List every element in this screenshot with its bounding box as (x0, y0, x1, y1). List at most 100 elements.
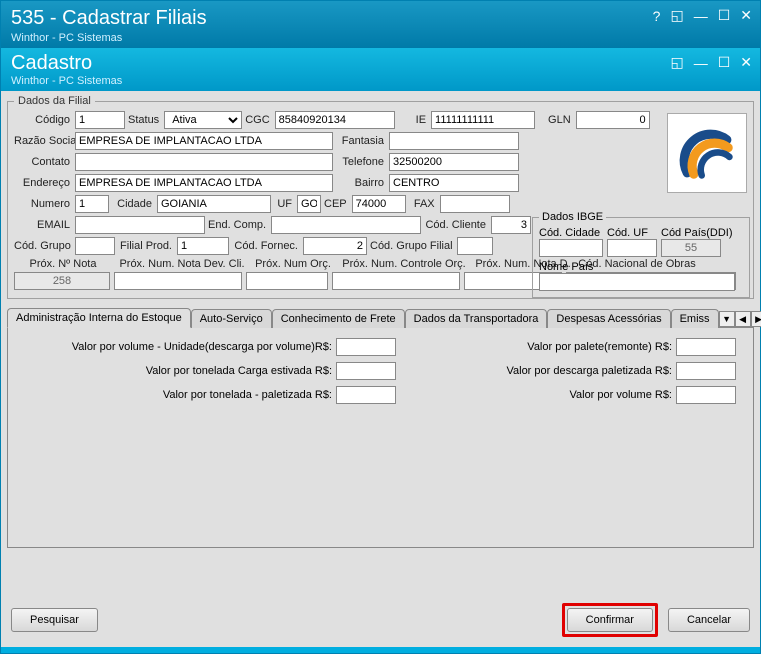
fieldset-dados-filial: Dados da Filial Código Status Ativa CGC … (7, 95, 754, 299)
lbl-ie: IE (416, 114, 428, 126)
nomepais-field[interactable] (539, 273, 735, 291)
cidade-field[interactable] (157, 195, 271, 213)
lbl-contato: Contato (14, 156, 72, 168)
valor-palete-remonte-field[interactable] (676, 338, 736, 356)
cancelar-button[interactable]: Cancelar (668, 608, 750, 632)
lbl-codcidade: Cód. Cidade (539, 227, 603, 239)
lbl-bairro: Bairro (336, 177, 386, 189)
lbl-codcliente: Cód. Cliente (424, 219, 488, 231)
lbl-filialprod: Filial Prod. (118, 240, 174, 252)
lbl-codgrupo: Cód. Grupo (14, 240, 72, 252)
lbl-valor-volume-unidade: Valor por volume - Unidade(descarga por … (72, 341, 336, 353)
coduf-field[interactable] (607, 239, 657, 257)
uf-field[interactable] (297, 195, 321, 213)
lbl-proxnota: Próx. Nº Nota (14, 258, 114, 270)
lbl-endcomp: End. Comp. (208, 219, 268, 231)
lbl-razao: Razão Social (14, 135, 72, 147)
fieldset-legend: Dados da Filial (14, 95, 95, 107)
window-title: 535 - Cadastrar Filiais (11, 7, 750, 30)
razao-field[interactable] (75, 132, 333, 150)
gln-field[interactable] (576, 111, 650, 129)
proxnumorc-field[interactable] (246, 272, 328, 290)
company-logo (667, 113, 747, 193)
filialprod-field[interactable] (177, 237, 229, 255)
codcidade-field[interactable] (539, 239, 603, 257)
lbl-gln: GLN (548, 114, 573, 126)
tab-dados-transportadora[interactable]: Dados da Transportadora (405, 309, 548, 328)
lbl-valor-descarga-paletizada: Valor por descarga paletizada R$: (506, 365, 676, 377)
tab-despesas-acessorias[interactable]: Despesas Acessórias (547, 309, 670, 328)
telefone-field[interactable] (389, 153, 519, 171)
proxnota-field (14, 272, 110, 290)
sub-restore-icon[interactable]: ◱ (670, 54, 683, 71)
proxnumdev-field[interactable] (114, 272, 242, 290)
tab-scroll-left-icon[interactable]: ◀ (735, 311, 751, 327)
tabs: Administração Interna do Estoque Auto-Se… (7, 307, 754, 548)
codgrupofilial-field[interactable] (457, 237, 493, 255)
endcomp-field[interactable] (271, 216, 421, 234)
help-icon[interactable]: ? (653, 8, 661, 24)
numero-field[interactable] (75, 195, 109, 213)
confirmar-button[interactable]: Confirmar (567, 608, 653, 632)
restore-icon[interactable]: ◱ (670, 7, 683, 24)
minimize-icon[interactable]: — (694, 8, 708, 24)
sub-maximize-icon[interactable]: ☐ (718, 54, 731, 71)
codfornec-field[interactable] (303, 237, 367, 255)
tab-emiss[interactable]: Emiss (671, 309, 719, 328)
valor-volume-unidade-field[interactable] (336, 338, 396, 356)
close-icon[interactable]: ✕ (740, 7, 752, 24)
maximize-icon[interactable]: ☐ (718, 7, 731, 24)
tab-conhecimento-frete[interactable]: Conhecimento de Frete (272, 309, 405, 328)
codgrupo-field[interactable] (75, 237, 115, 255)
lbl-fax: FAX (409, 198, 437, 210)
ie-field[interactable] (431, 111, 535, 129)
subwindow-title: Cadastro (11, 52, 750, 75)
lbl-valor-tonelada-carga: Valor por tonelada Carga estivada R$: (146, 365, 336, 377)
window-subtitle: Winthor - PC Sistemas (11, 32, 750, 44)
valor-tonelada-carga-field[interactable] (336, 362, 396, 380)
tab-auto-servico[interactable]: Auto-Serviço (191, 309, 272, 328)
lbl-fantasia: Fantasia (336, 135, 386, 147)
subwindow-subtitle: Winthor - PC Sistemas (11, 75, 750, 87)
lbl-status: Status (128, 114, 161, 126)
fax-field[interactable] (440, 195, 510, 213)
codigo-field[interactable] (75, 111, 125, 129)
lbl-endereco: Endereço (14, 177, 72, 189)
status-select[interactable]: Ativa (164, 111, 242, 129)
tab-adm-estoque[interactable]: Administração Interna do Estoque (7, 308, 191, 328)
body: Dados da Filial Código Status Ativa CGC … (1, 91, 760, 647)
lbl-proxnumdev: Próx. Num. Nota Dev. Cli. (118, 258, 248, 270)
valor-descarga-paletizada-field[interactable] (676, 362, 736, 380)
bairro-field[interactable] (389, 174, 519, 192)
cep-field[interactable] (352, 195, 406, 213)
codcliente-field[interactable] (491, 216, 531, 234)
subheader: Cadastro Winthor - PC Sistemas ◱ — ☐ ✕ (1, 48, 760, 91)
lbl-email: EMAIL (14, 219, 72, 231)
titlebar: 535 - Cadastrar Filiais Winthor - PC Sis… (1, 1, 760, 48)
lbl-uf: UF (274, 198, 294, 210)
cgc-field[interactable] (275, 111, 395, 129)
contato-field[interactable] (75, 153, 333, 171)
sub-minimize-icon[interactable]: — (694, 55, 708, 71)
pesquisar-button[interactable]: Pesquisar (11, 608, 98, 632)
endereco-field[interactable] (75, 174, 333, 192)
tab-scroll-down-icon[interactable]: ▼ (719, 311, 735, 327)
proxnumcontrole-field[interactable] (332, 272, 460, 290)
sub-close-icon[interactable]: ✕ (740, 54, 752, 71)
tab-body: Valor por volume - Unidade(descarga por … (7, 328, 754, 548)
fantasia-field[interactable] (389, 132, 519, 150)
codpais-field (661, 239, 721, 257)
valor-volume-field[interactable] (676, 386, 736, 404)
footer-buttons: Pesquisar Confirmar Cancelar (11, 603, 750, 637)
lbl-cidade: Cidade (112, 198, 154, 210)
lbl-telefone: Telefone (336, 156, 386, 168)
lbl-codgrupofilial: Cód. Grupo Filial (370, 240, 454, 252)
email-field[interactable] (75, 216, 205, 234)
tab-scroll-right-icon[interactable]: ▶ (751, 311, 761, 327)
lbl-codpais: Cód País(DDI) (661, 227, 733, 239)
lbl-codfornec: Cód. Fornec. (232, 240, 300, 252)
lbl-numero: Numero (14, 198, 72, 210)
valor-tonelada-paletizada-field[interactable] (336, 386, 396, 404)
lbl-valor-tonelada-paletizada: Valor por tonelada - paletizada R$: (163, 389, 336, 401)
confirmar-highlight: Confirmar (562, 603, 658, 637)
